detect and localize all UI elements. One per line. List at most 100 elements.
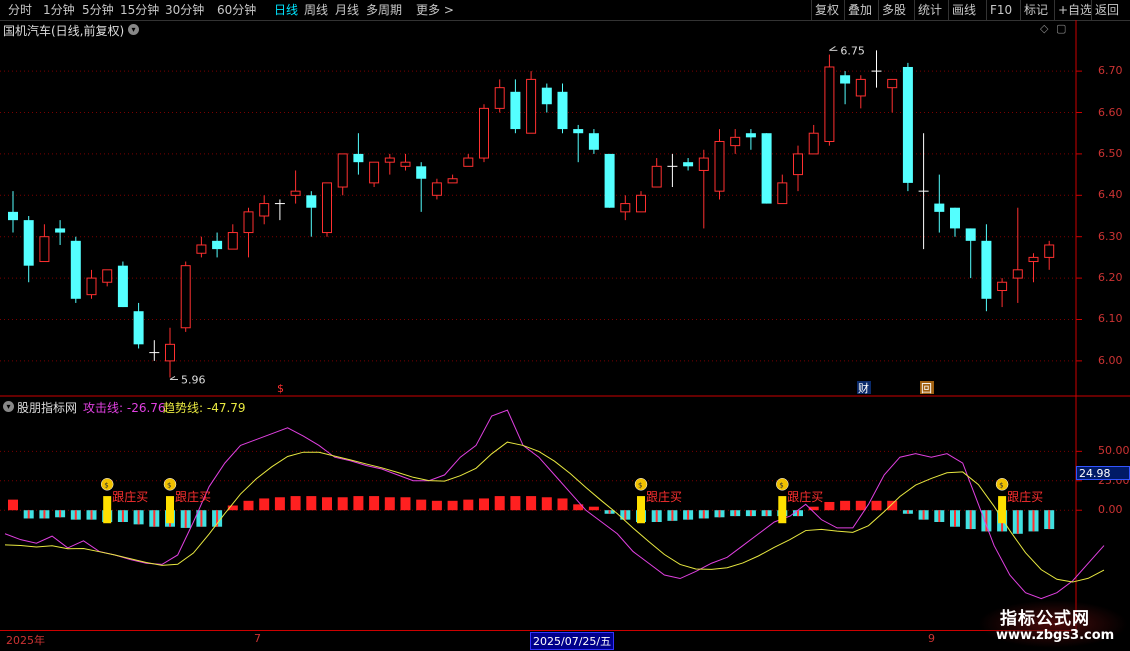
watermark-url: www.zbgs3.com (996, 628, 1115, 643)
candle-body (997, 281, 1008, 292)
indicator-bar-core (200, 510, 203, 527)
candle-body (761, 133, 772, 204)
candle-body (86, 277, 97, 296)
price-tick-label: 6.70 (1098, 64, 1123, 78)
candle-body (306, 195, 317, 208)
indicator-name: 股朋指标网 (17, 401, 78, 415)
money-bag-symbol: $ (104, 481, 108, 489)
price-tick-label: 6.00 (1098, 353, 1123, 367)
indicator-bar-up (290, 496, 301, 511)
indicator-bar-up (337, 497, 348, 511)
candle-body (934, 203, 945, 212)
indicator-bar-up (526, 496, 537, 511)
hui-marker: 回 (921, 382, 932, 395)
money-bag-symbol: $ (779, 481, 783, 489)
candle-body (243, 211, 254, 234)
candle-body (620, 203, 631, 213)
candle-body (400, 161, 411, 167)
candle-body (70, 240, 81, 299)
high-price-label: 6.75 (840, 44, 865, 57)
indicator-bar-up (400, 497, 411, 511)
indicator-bar-core (906, 510, 909, 514)
indicator-bar-core (718, 510, 721, 518)
candle-body (39, 236, 50, 263)
cai-marker: 财 (858, 381, 869, 395)
candle-body (479, 107, 489, 159)
indicator-bar-core (90, 510, 93, 520)
candle-body (855, 78, 866, 97)
indicator-bar-core (1048, 510, 1051, 530)
indicator-bar-up (871, 500, 882, 511)
signal-label: 跟庄买 (787, 489, 823, 504)
candle-body (604, 153, 615, 208)
high-pointer (829, 46, 838, 51)
candle-body (447, 178, 458, 184)
candle-body (1028, 256, 1039, 263)
candle-body (384, 157, 395, 163)
indicator-bar-up (541, 497, 552, 511)
indicator-bar-core (624, 510, 627, 520)
indicator-bar-core (702, 510, 705, 519)
indicator-bar-core (969, 510, 972, 530)
indicator-bar-up (824, 501, 835, 511)
indicator-bar-up (431, 500, 442, 511)
candle-body (981, 240, 992, 299)
indicator-bar-core (1032, 510, 1035, 532)
signal-label: 跟庄买 (175, 489, 211, 504)
indicator-bar-up (243, 500, 254, 511)
indicator-bar-up (384, 497, 395, 511)
signal-bar (778, 496, 787, 524)
indicator-bar-core (765, 510, 768, 517)
indicator-bar-core (74, 510, 77, 520)
indicator-bars-layer (8, 496, 1055, 534)
indicator-bar-up (557, 498, 568, 511)
signal-bar (998, 496, 1007, 524)
candle-body (745, 133, 756, 138)
signals-layer: $ 跟庄买 $ 跟庄买 $ 跟庄买 $ 跟庄买 $ 跟庄买 (100, 478, 1043, 524)
date-label-year: 2025年 (6, 634, 45, 647)
indicator-bar-core (922, 510, 925, 520)
candle-body (353, 153, 364, 163)
indicator-bar-up (887, 500, 898, 511)
candle-body (510, 91, 521, 130)
candle-body (793, 153, 803, 176)
watermark: 指标公式网 www.zbgs3.com (968, 600, 1128, 648)
signal-label: 跟庄买 (112, 489, 148, 504)
candle-body (1012, 269, 1023, 279)
candle-body (431, 182, 442, 196)
money-bag-symbol: $ (638, 481, 642, 489)
s-marker: $ (277, 382, 284, 395)
indicator-bar-core (27, 510, 30, 519)
candle-body (636, 194, 646, 213)
chevron-down-icon[interactable]: ▾ (3, 401, 14, 412)
price-tick-label: 6.60 (1098, 105, 1123, 119)
candle-body (180, 265, 191, 329)
attack-line-label: 攻击线: -26.76 (83, 401, 166, 415)
indicator-bar-up (259, 498, 270, 511)
candle-body (259, 203, 270, 217)
price-tick-label: 6.50 (1098, 146, 1123, 160)
indicator-bar-up (510, 496, 521, 511)
candle-body (965, 228, 976, 241)
candle-body (55, 228, 66, 233)
candle-body (369, 161, 380, 184)
candle-body (227, 232, 238, 250)
price-tick-label: 6.40 (1098, 188, 1123, 202)
indicator-bar-core (938, 510, 941, 522)
money-bag-symbol: $ (999, 481, 1003, 489)
indicator-bar-core (954, 510, 956, 527)
chart-svg: $ 跟庄买 $ 跟庄买 $ 跟庄买 $ 跟庄买 $ 跟庄买 6.75 5.96 $ 财 回 (0, 20, 1130, 630)
money-bag-symbol: $ (167, 481, 171, 489)
indicator-bar-core (655, 510, 658, 522)
candle-body (526, 78, 537, 134)
candle-body (557, 91, 568, 130)
indicator-bar-core (687, 510, 690, 520)
candle-body (212, 240, 223, 250)
signal-label: 跟庄买 (646, 489, 682, 504)
candle-body (196, 244, 207, 254)
candles-layer (8, 50, 1055, 378)
signal-bar (637, 496, 645, 524)
candle-body (683, 162, 694, 167)
indicator-bar-core (137, 510, 140, 525)
indicator-bar-core (608, 510, 611, 514)
